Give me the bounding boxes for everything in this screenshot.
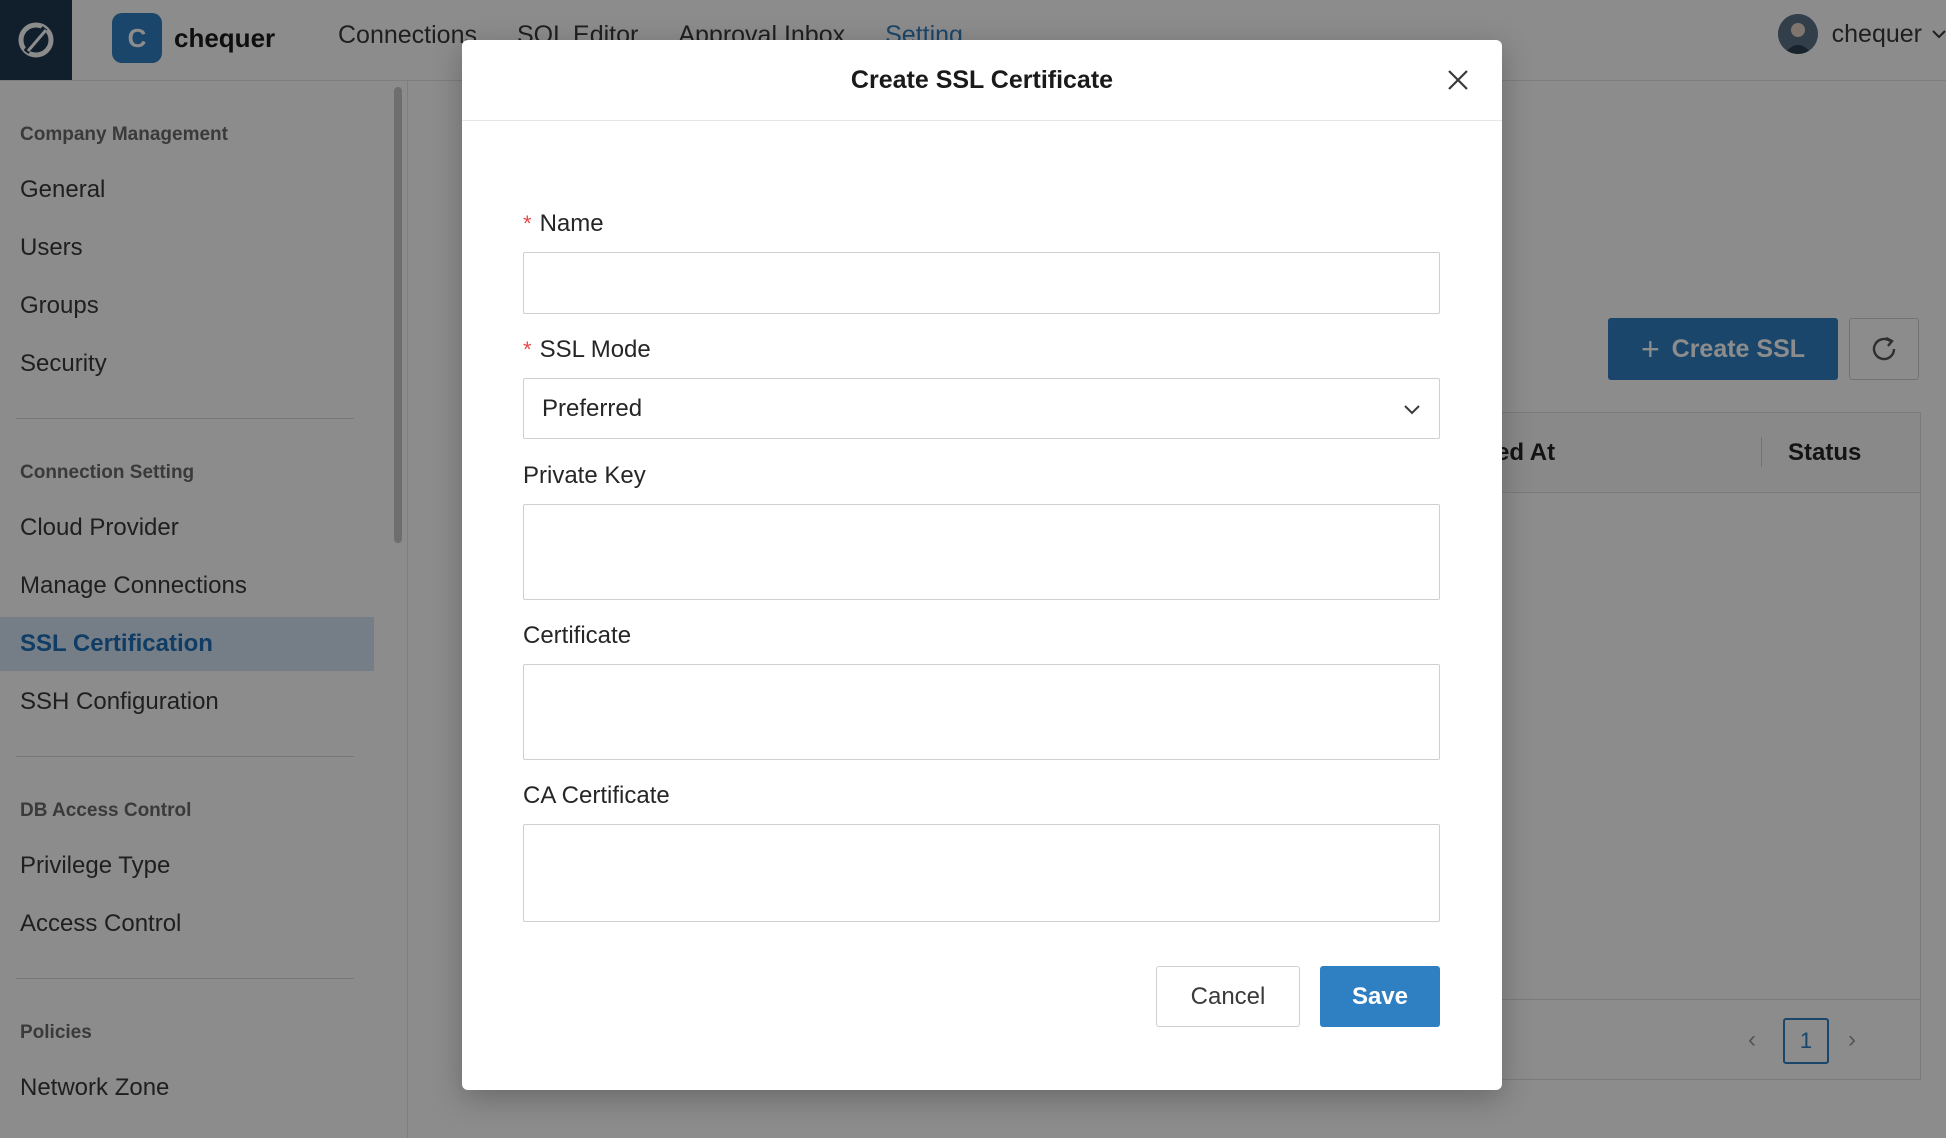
dialog-header: Create SSL Certificate: [462, 40, 1502, 121]
ssl-mode-label-text: SSL Mode: [539, 336, 651, 363]
close-icon[interactable]: [1444, 66, 1472, 94]
create-ssl-dialog: Create SSL Certificate * Name * SSL Mode P…: [462, 40, 1502, 1090]
ssl-mode-select[interactable]: Preferred: [523, 378, 1440, 439]
dialog-title: Create SSL Certificate: [850, 66, 1114, 94]
ssl-mode-value: Preferred: [542, 394, 643, 422]
chevron-down-icon: [1404, 405, 1420, 415]
name-label: * Name: [523, 210, 604, 238]
ca-certificate-label: CA Certificate: [523, 782, 670, 809]
private-key-label: Private Key: [523, 462, 646, 489]
ca-certificate-textarea[interactable]: [523, 824, 1440, 922]
private-key-textarea[interactable]: [523, 504, 1440, 600]
required-marker: *: [523, 337, 532, 362]
name-input[interactable]: [523, 252, 1440, 314]
name-label-text: Name: [539, 210, 604, 237]
ssl-mode-label: * SSL Mode: [523, 336, 651, 364]
required-marker: *: [523, 211, 532, 236]
cancel-button[interactable]: Cancel: [1156, 966, 1300, 1027]
certificate-label: Certificate: [523, 622, 632, 649]
save-button[interactable]: Save: [1320, 966, 1440, 1027]
certificate-textarea[interactable]: [523, 664, 1440, 760]
